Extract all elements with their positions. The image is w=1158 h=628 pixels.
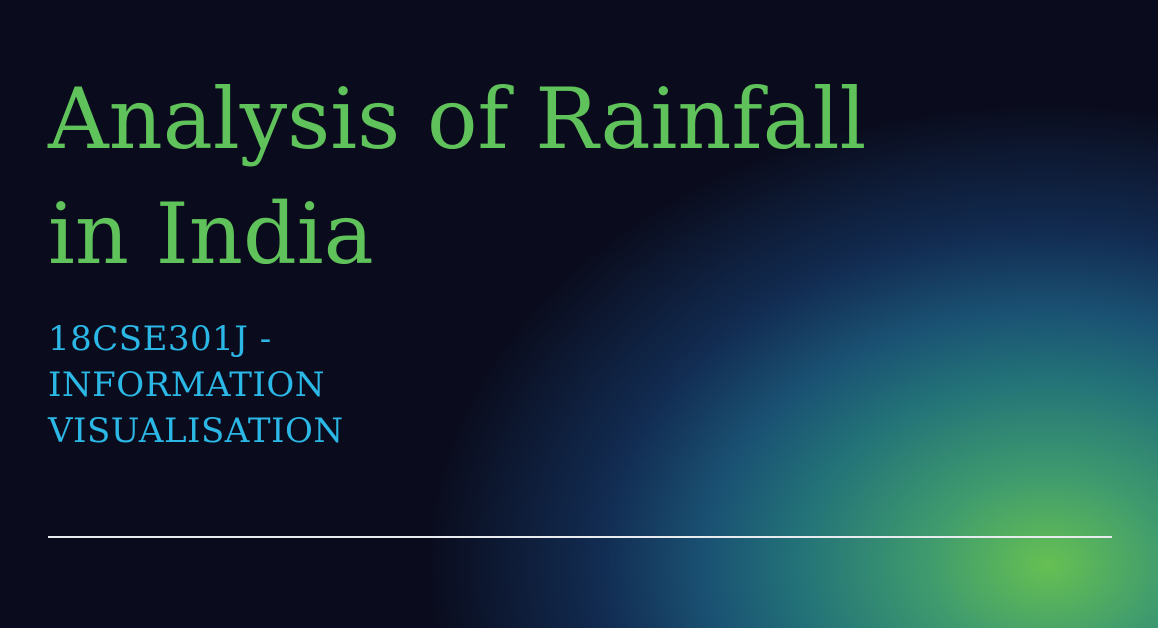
slide-title-line-1: Analysis of Rainfall <box>48 70 867 168</box>
course-code: 18CSE301J - <box>48 319 272 359</box>
course-name-line-1: INFORMATION <box>48 365 325 405</box>
slide-subtitle: 18CSE301J - INFORMATION VISUALISATION <box>48 316 468 454</box>
slide-title-line-2: in India <box>48 185 374 283</box>
course-name-line-2: VISUALISATION <box>48 411 344 451</box>
divider-line <box>48 536 1112 538</box>
slide-title: Analysis of Rainfall in India <box>48 62 1128 292</box>
title-slide: Analysis of Rainfall in India 18CSE301J … <box>0 0 1158 628</box>
